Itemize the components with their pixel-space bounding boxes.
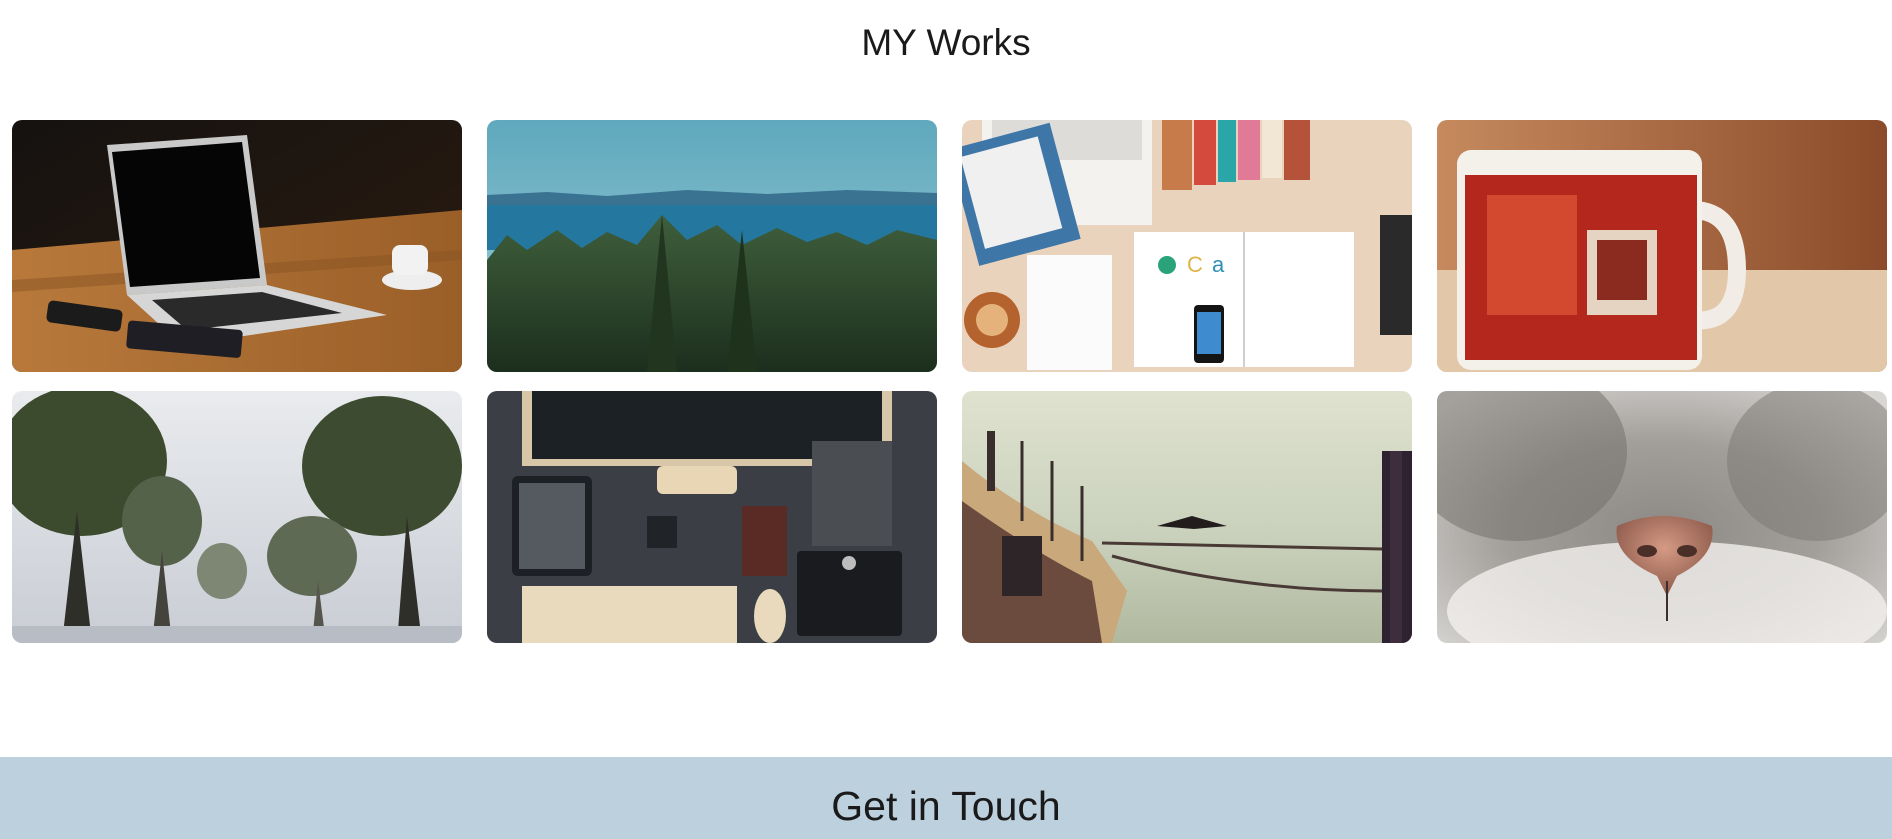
work-item-forest-sea[interactable] bbox=[487, 120, 937, 372]
dark-desk-photo bbox=[487, 391, 937, 643]
work-item-desk-flatlay[interactable]: C a bbox=[962, 120, 1412, 372]
foggy-road-photo bbox=[12, 391, 462, 643]
work-item-laptop[interactable] bbox=[12, 120, 462, 372]
works-section: MY Works C a bbox=[0, 0, 1892, 757]
works-gallery: C a bbox=[12, 120, 1888, 643]
pier-photo bbox=[962, 391, 1412, 643]
work-item-dark-desk[interactable] bbox=[487, 391, 937, 643]
contact-heading: Get in Touch bbox=[831, 783, 1061, 829]
svg-text:a: a bbox=[1212, 252, 1225, 277]
work-item-mug[interactable] bbox=[1437, 120, 1887, 372]
work-item-foggy-road[interactable] bbox=[12, 391, 462, 643]
cat-photo bbox=[1437, 391, 1887, 643]
contact-section: Get in Touch bbox=[0, 757, 1892, 839]
forest-sea-photo bbox=[487, 120, 937, 372]
mug-photo bbox=[1437, 120, 1887, 372]
desk-flatlay-photo: C a bbox=[962, 120, 1412, 372]
work-item-pier[interactable] bbox=[962, 391, 1412, 643]
works-heading: MY Works bbox=[861, 22, 1031, 63]
work-item-cat[interactable] bbox=[1437, 391, 1887, 643]
svg-text:C: C bbox=[1187, 252, 1203, 277]
laptop-photo bbox=[12, 120, 462, 372]
